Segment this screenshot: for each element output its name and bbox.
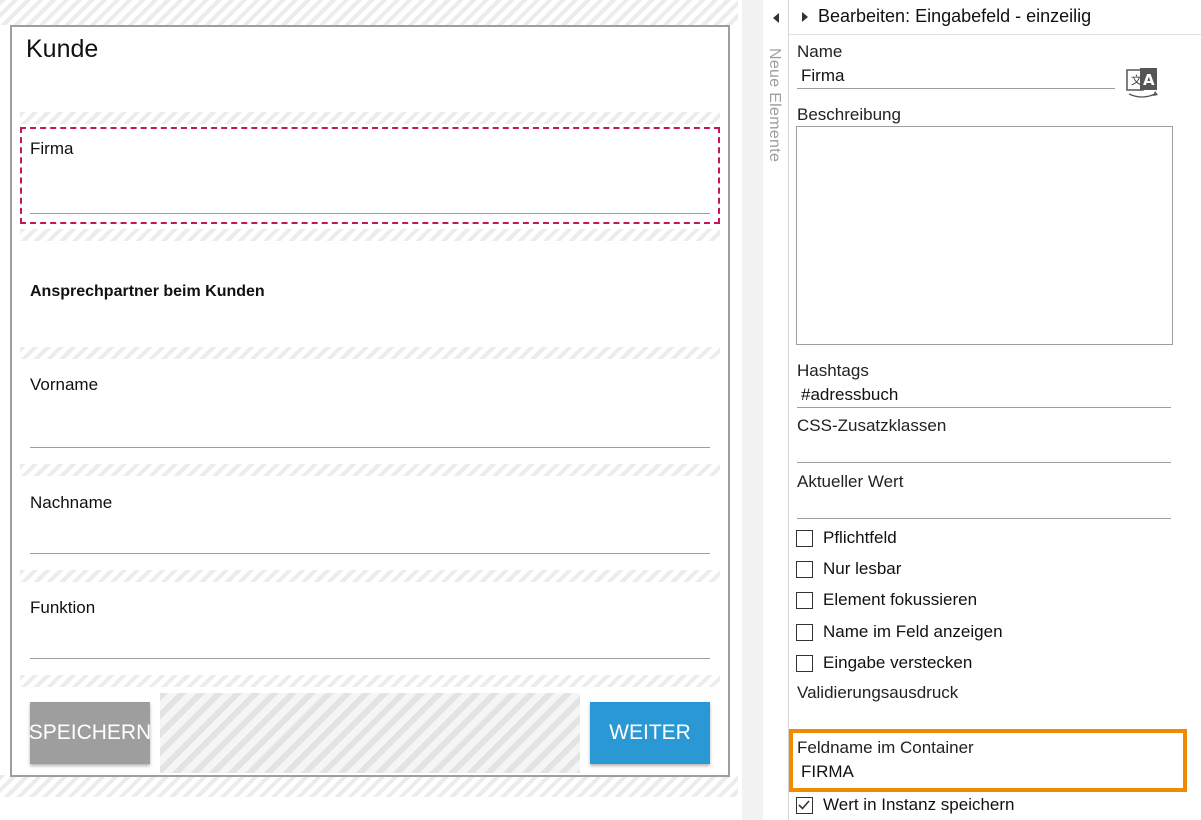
section-heading: Ansprechpartner beim Kunden	[30, 283, 265, 300]
checkbox-eingabe-verstecken[interactable]	[796, 654, 813, 672]
field-input-vorname[interactable]	[30, 447, 710, 448]
field-label-funktion: Funktion	[30, 598, 96, 617]
checkbox-row-save-in-instance[interactable]: Wert in Instanz speichern	[796, 794, 1015, 816]
checkbox-label: Eingabe verstecken	[823, 653, 973, 672]
hashtags-label: Hashtags	[797, 361, 869, 380]
form-title: Kunde	[26, 35, 99, 63]
name-label: Name	[797, 42, 843, 61]
drop-zone-bottom[interactable]	[0, 775, 738, 797]
drop-zone[interactable]	[20, 675, 720, 687]
next-button[interactable]: WEITER	[590, 702, 710, 764]
checkbox-element-fokussieren[interactable]	[796, 591, 813, 609]
hashtags-underline	[797, 407, 1171, 408]
container-field-input[interactable]: FIRMA	[801, 762, 854, 782]
field-label-firma: Firma	[30, 139, 74, 158]
panel-title: Bearbeiten: Eingabefeld - einzeilig	[818, 6, 1092, 26]
checkbox-label: Pflichtfeld	[823, 528, 897, 547]
new-elements-label[interactable]: Neue Elemente	[765, 48, 783, 162]
field-input-funktion[interactable]	[30, 658, 710, 659]
field-label-vorname: Vorname	[30, 375, 99, 394]
drop-zone-top[interactable]	[0, 0, 738, 25]
svg-text:A: A	[1143, 71, 1155, 89]
chevron-left-icon[interactable]	[768, 10, 784, 26]
current-value-underline	[797, 518, 1171, 519]
checkbox-name-im-feld[interactable]	[796, 623, 813, 641]
checkbox-row-pflichtfeld[interactable]: Pflichtfeld	[796, 527, 897, 549]
checkbox-pflichtfeld[interactable]	[796, 529, 813, 547]
css-classes-underline	[797, 462, 1171, 463]
checkbox-row-eingabe-verstecken[interactable]: Eingabe verstecken	[796, 652, 972, 674]
current-value-label: Aktueller Wert	[797, 472, 904, 491]
checkbox-label: Name im Feld anzeigen	[823, 622, 1003, 641]
drop-zone[interactable]	[20, 570, 720, 582]
drop-zone[interactable]	[20, 464, 720, 476]
checkbox-nur-lesbar[interactable]	[796, 560, 813, 578]
checkbox-row-element-fokussieren[interactable]: Element fokussieren	[796, 589, 977, 611]
description-label: Beschreibung	[797, 105, 901, 124]
checkbox-label: Wert in Instanz speichern	[823, 795, 1015, 814]
form-container[interactable]: Kunde Firma Ansprechpartner beim Kunden …	[10, 25, 730, 777]
checkbox-row-nur-lesbar[interactable]: Nur lesbar	[796, 558, 901, 580]
checkbox-label: Element fokussieren	[823, 590, 978, 609]
checkbox-label: Nur lesbar	[823, 559, 902, 578]
field-input-nachname[interactable]	[30, 553, 710, 554]
description-textarea[interactable]	[796, 126, 1173, 345]
checkbox-row-name-im-feld[interactable]: Name im Feld anzeigen	[796, 621, 1003, 643]
selected-field-firma[interactable]	[20, 127, 720, 224]
check-icon	[798, 799, 810, 810]
translate-icon[interactable]: 文 A	[1125, 64, 1161, 100]
checkbox-save-in-instance[interactable]	[796, 796, 813, 814]
field-input-firma[interactable]	[30, 213, 710, 214]
chevron-right-icon[interactable]	[801, 10, 811, 24]
drop-zone[interactable]	[20, 347, 720, 359]
button-spacer	[160, 693, 580, 773]
drop-zone[interactable]	[20, 112, 720, 124]
css-classes-label: CSS-Zusatzklassen	[797, 416, 947, 435]
save-button[interactable]: SPEICHERN	[29, 702, 151, 764]
properties-panel: Bearbeiten: Eingabefeld - einzeilig Name…	[789, 0, 1201, 820]
splitter[interactable]	[742, 0, 763, 820]
name-input[interactable]: Firma	[801, 66, 844, 86]
name-input-underline	[797, 88, 1115, 89]
field-label-nachname: Nachname	[30, 493, 113, 512]
drop-zone[interactable]	[20, 229, 720, 241]
validation-label: Validierungsausdruck	[797, 683, 959, 702]
new-elements-tab[interactable]: Neue Elemente	[763, 0, 789, 820]
form-designer-canvas: Kunde Firma Ansprechpartner beim Kunden …	[0, 0, 738, 803]
hashtags-input[interactable]: #adressbuch	[801, 385, 898, 405]
container-field-label: Feldname im Container	[797, 738, 974, 757]
panel-header[interactable]: Bearbeiten: Eingabefeld - einzeilig	[789, 0, 1201, 35]
